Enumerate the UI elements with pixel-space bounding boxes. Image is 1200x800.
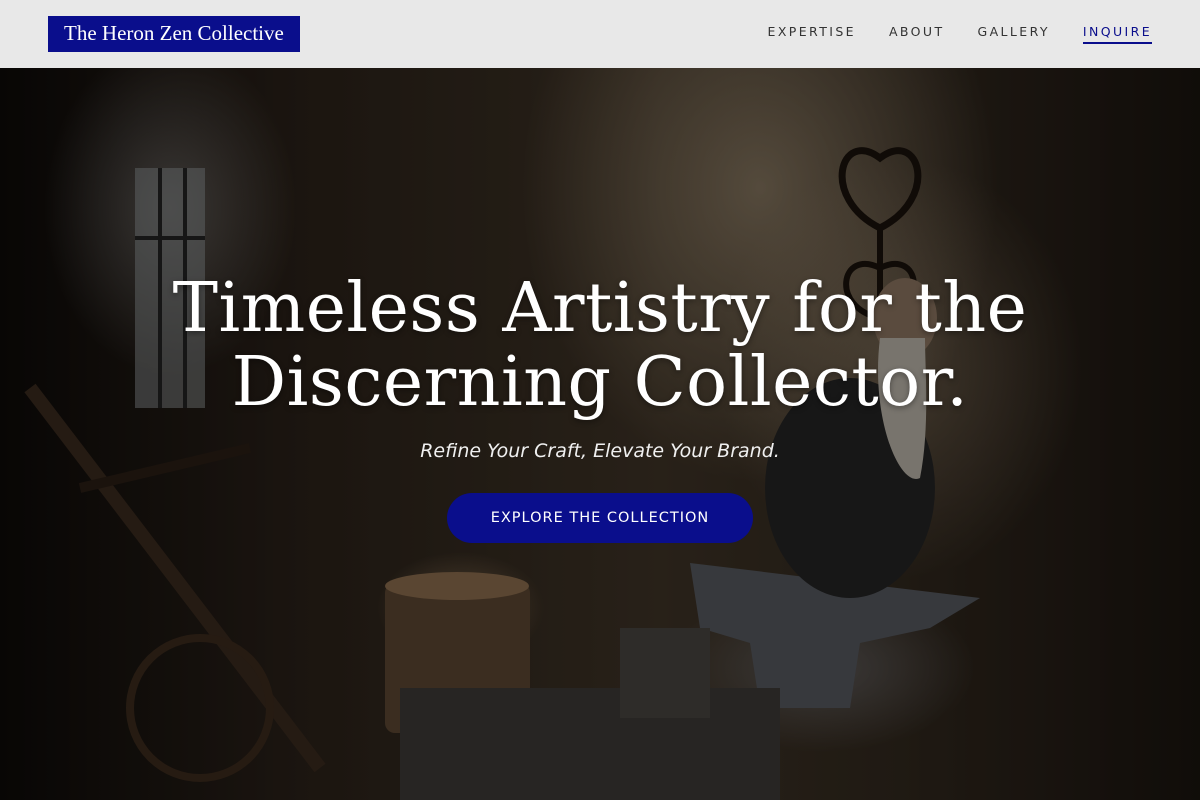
hero-dark-overlay [0,68,1200,800]
hero-headline-line1: Timeless Artistry for the [172,269,1028,348]
hero-subheadline: Refine Your Craft, Elevate Your Brand. [420,440,780,462]
nav-link-inquire[interactable]: INQUIRE [1082,24,1152,44]
hero-section: Timeless Artistry for the Discerning Col… [0,68,1200,800]
hero-headline: Timeless Artistry for the Discerning Col… [0,272,1200,420]
site-logo[interactable]: The Heron Zen Collective [48,16,300,52]
site-header: The Heron Zen Collective EXPERTISE ABOUT… [0,0,1200,68]
nav-link-gallery[interactable]: GALLERY [978,24,1050,44]
nav-link-expertise[interactable]: EXPERTISE [768,24,856,44]
nav-link-about[interactable]: ABOUT [889,24,945,44]
explore-collection-button[interactable]: EXPLORE THE COLLECTION [447,493,753,543]
hero-headline-line2: Discerning Collector. [231,343,969,422]
main-nav: EXPERTISE ABOUT GALLERY INQUIRE [768,24,1152,44]
